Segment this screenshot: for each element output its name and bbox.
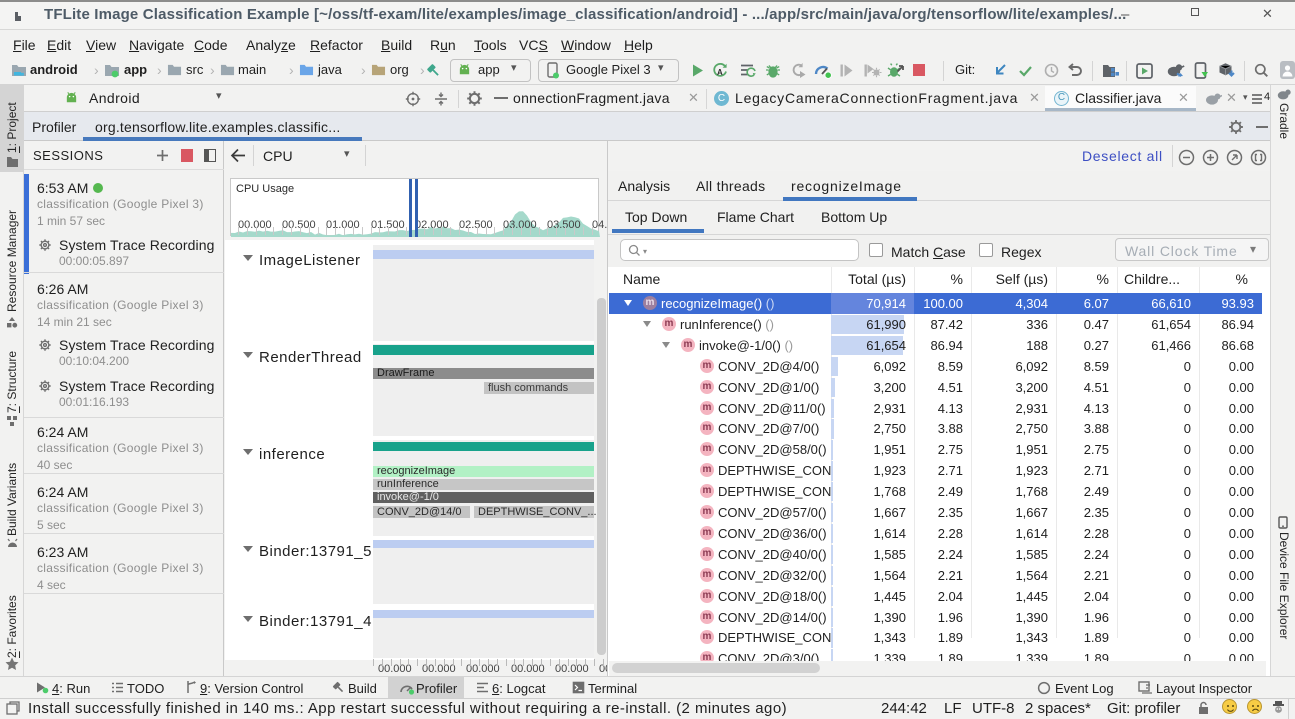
svg-text:A: A [717,68,723,77]
